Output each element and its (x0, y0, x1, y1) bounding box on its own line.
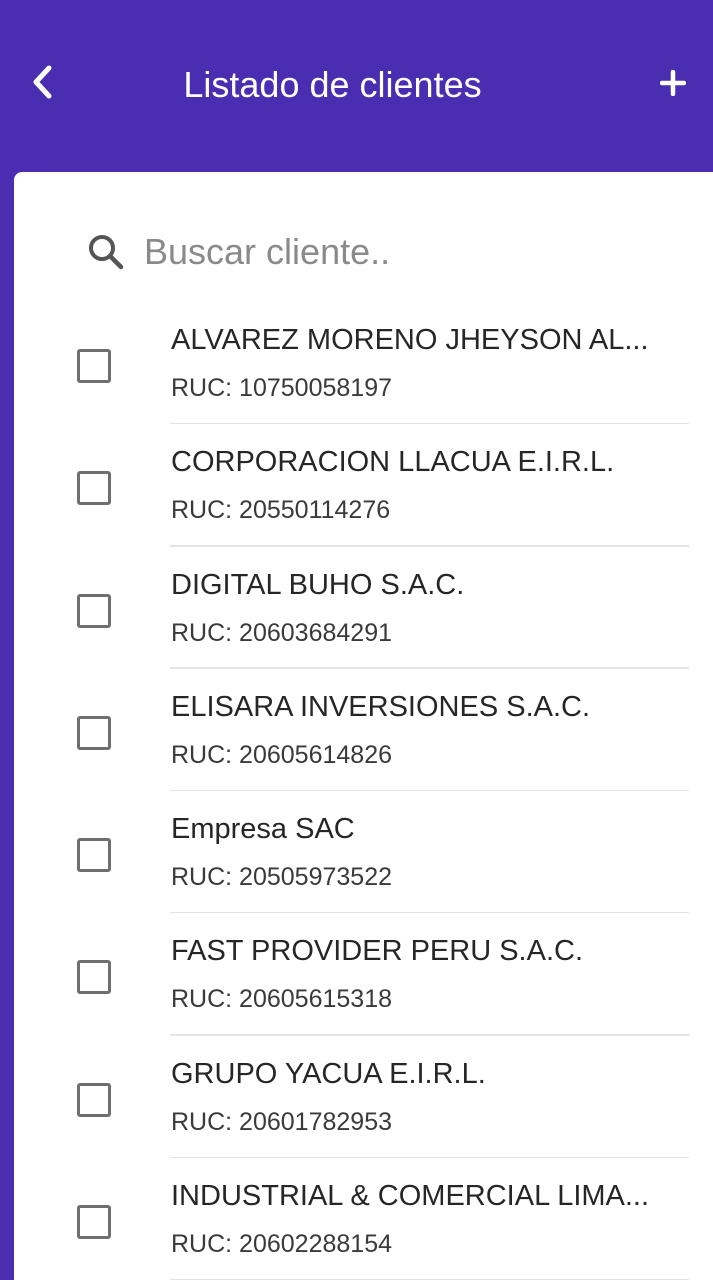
client-checkbox[interactable] (77, 593, 111, 628)
client-list-item[interactable]: FAST PROVIDER PERU S.A.C. RUC: 2060561531… (14, 913, 713, 1036)
client-name: FAST PROVIDER PERU S.A.C. (171, 935, 584, 968)
client-ruc: RUC: 20605614826 (171, 740, 392, 769)
add-client-button[interactable] (650, 60, 696, 106)
client-checkbox[interactable] (77, 960, 111, 995)
client-name: CORPORACION LLACUA E.I.R.L. (171, 446, 615, 479)
page-title: Listado de clientes (183, 64, 482, 105)
client-checkbox[interactable] (77, 349, 111, 383)
client-list-item[interactable]: CORPORACION LLACUA E.I.R.L. RUC: 20550114… (14, 424, 713, 547)
client-list-item[interactable]: DIGITAL BUHO S.A.C. RUC: 20603684291 (14, 547, 713, 669)
client-name: ALVAREZ MORENO JHEYSON AL... (171, 324, 649, 356)
client-list-item[interactable]: INDUSTRIAL & COMERCIAL LIMA... RUC: 20602… (14, 1158, 713, 1280)
search-bar (86, 226, 646, 278)
client-checkbox[interactable] (77, 1082, 111, 1117)
client-name: INDUSTRIAL & COMERCIAL LIMA... (171, 1180, 650, 1213)
plus-icon (660, 70, 686, 96)
client-ruc: RUC: 10750058197 (171, 374, 392, 402)
client-ruc: RUC: 20605615318 (171, 985, 392, 1014)
client-list-item[interactable]: GRUPO YACUA E.I.R.L. RUC: 20601782953 (14, 1036, 713, 1159)
app-bar: Listado de clientes (0, 0, 713, 172)
search-input[interactable] (144, 226, 624, 278)
client-list-item[interactable]: ELISARA INVERSIONES S.A.C. RUC: 206056148… (14, 669, 713, 792)
client-ruc: RUC: 20505973522 (171, 863, 392, 892)
client-name: DIGITAL BUHO S.A.C. (171, 568, 465, 601)
client-name: Empresa SAC (171, 813, 355, 846)
client-list-item[interactable]: Empresa SAC RUC: 20505973522 (14, 791, 713, 914)
client-ruc: RUC: 20603684291 (171, 618, 392, 647)
client-ruc: RUC: 20601782953 (171, 1107, 392, 1136)
client-checkbox[interactable] (77, 471, 111, 506)
client-name: GRUPO YACUA E.I.R.L. (171, 1057, 486, 1090)
client-checkbox[interactable] (77, 838, 111, 873)
client-checkbox[interactable] (77, 1205, 111, 1240)
client-list-item[interactable]: ALVAREZ MORENO JHEYSON AL... RUC: 1075005… (14, 302, 713, 425)
client-checkbox[interactable] (77, 715, 111, 750)
client-name: ELISARA INVERSIONES S.A.C. (171, 690, 591, 723)
client-ruc: RUC: 20602288154 (171, 1230, 392, 1259)
client-list: ALVAREZ MORENO JHEYSON AL... RUC: 1075005… (14, 302, 713, 1280)
search-icon (86, 232, 126, 272)
client-list-card: ALVAREZ MORENO JHEYSON AL... RUC: 1075005… (14, 172, 713, 1280)
client-ruc: RUC: 20550114276 (171, 496, 391, 525)
